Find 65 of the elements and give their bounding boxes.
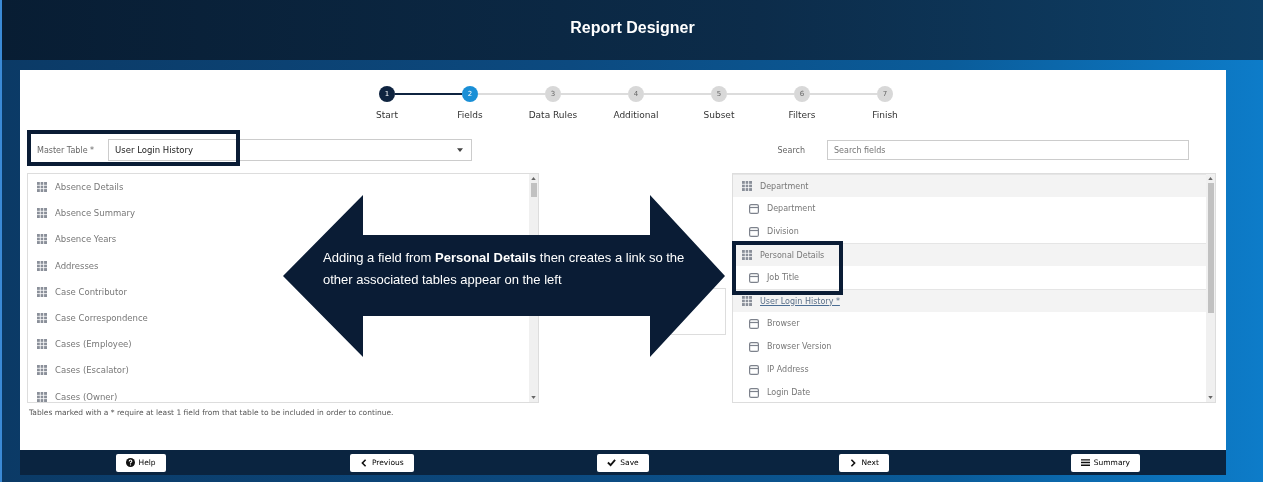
scrollbar-thumb[interactable] <box>1207 183 1214 313</box>
table-item[interactable]: Absence Years <box>37 234 117 245</box>
help-icon <box>125 458 135 467</box>
step-label: Fields <box>457 110 483 120</box>
table-icon <box>37 286 47 297</box>
field-item[interactable]: Browser Version <box>749 341 832 352</box>
table-icon <box>742 296 752 306</box>
table-item[interactable]: Absence Details <box>37 182 124 193</box>
scroll-down-icon[interactable] <box>531 396 536 399</box>
table-icon <box>742 181 752 191</box>
table-icon <box>37 234 47 245</box>
field-icon <box>749 387 759 398</box>
scrollbar-thumb[interactable] <box>530 183 537 197</box>
table-item[interactable]: Cases (Employee) <box>37 339 132 350</box>
table-icon <box>37 391 47 402</box>
field-item[interactable]: Browser <box>749 318 800 329</box>
table-icon <box>742 250 752 260</box>
window-title: Report Designer <box>570 19 695 38</box>
field-icon <box>749 318 759 329</box>
field-item[interactable]: IP Address <box>749 364 809 375</box>
step-label: Start <box>376 110 398 120</box>
field-item[interactable]: Division <box>749 226 799 237</box>
scroll-up-icon[interactable] <box>531 177 536 180</box>
step-label: Subset <box>703 110 735 120</box>
table-icon <box>37 182 47 193</box>
field-label: Search <box>777 145 805 155</box>
table-group-header[interactable]: Department <box>742 181 809 191</box>
step-label: Finish <box>872 110 898 120</box>
caret-icon <box>457 148 464 152</box>
field-icon <box>749 341 759 352</box>
table-icon <box>37 260 47 271</box>
table-item[interactable]: Cases (Escalator) <box>37 365 129 376</box>
field-icon <box>749 272 759 283</box>
scrollbar[interactable] <box>1206 174 1215 402</box>
step-label: Additional <box>613 110 659 120</box>
table-item[interactable]: Addresses <box>37 260 99 271</box>
field-item[interactable]: Login Date <box>749 387 811 398</box>
step-label: Data Rules <box>528 110 578 120</box>
field-item[interactable]: Department <box>749 203 816 214</box>
chevron-left-icon <box>359 458 368 467</box>
field-label: Master Table * <box>37 145 95 155</box>
table-icon <box>37 339 47 350</box>
field-icon <box>749 203 759 214</box>
list-icon <box>1080 458 1090 467</box>
field-icon <box>749 364 759 375</box>
table-item[interactable]: Cases (Owner) <box>37 391 118 402</box>
callout-text: Adding a field from Personal Details then creates a link so the other associated tables appear on the left <box>323 249 686 289</box>
table-icon <box>37 365 47 376</box>
table-item[interactable]: Case Contributor <box>37 286 128 297</box>
table-group-header[interactable]: User Login History * <box>742 296 840 306</box>
search-field[interactable]: Search fields <box>827 140 1189 160</box>
table-icon <box>37 313 47 324</box>
checkmark-icon <box>607 458 617 467</box>
step-label: Filters <box>788 110 816 120</box>
table-item[interactable]: Case Correspondence <box>37 313 148 324</box>
table-icon <box>37 208 47 219</box>
table-group-header[interactable]: Personal Details <box>742 250 825 260</box>
chevron-right-icon <box>849 458 858 467</box>
field-item[interactable]: Job Title <box>749 272 800 283</box>
scroll-up-icon[interactable] <box>1208 177 1213 180</box>
table-item[interactable]: Absence Summary <box>37 208 135 219</box>
dropdown-value: User Login History <box>115 145 194 155</box>
field-icon <box>749 226 759 237</box>
master-table-dropdown[interactable]: User Login History <box>108 139 473 161</box>
scroll-down-icon[interactable] <box>1208 396 1213 399</box>
